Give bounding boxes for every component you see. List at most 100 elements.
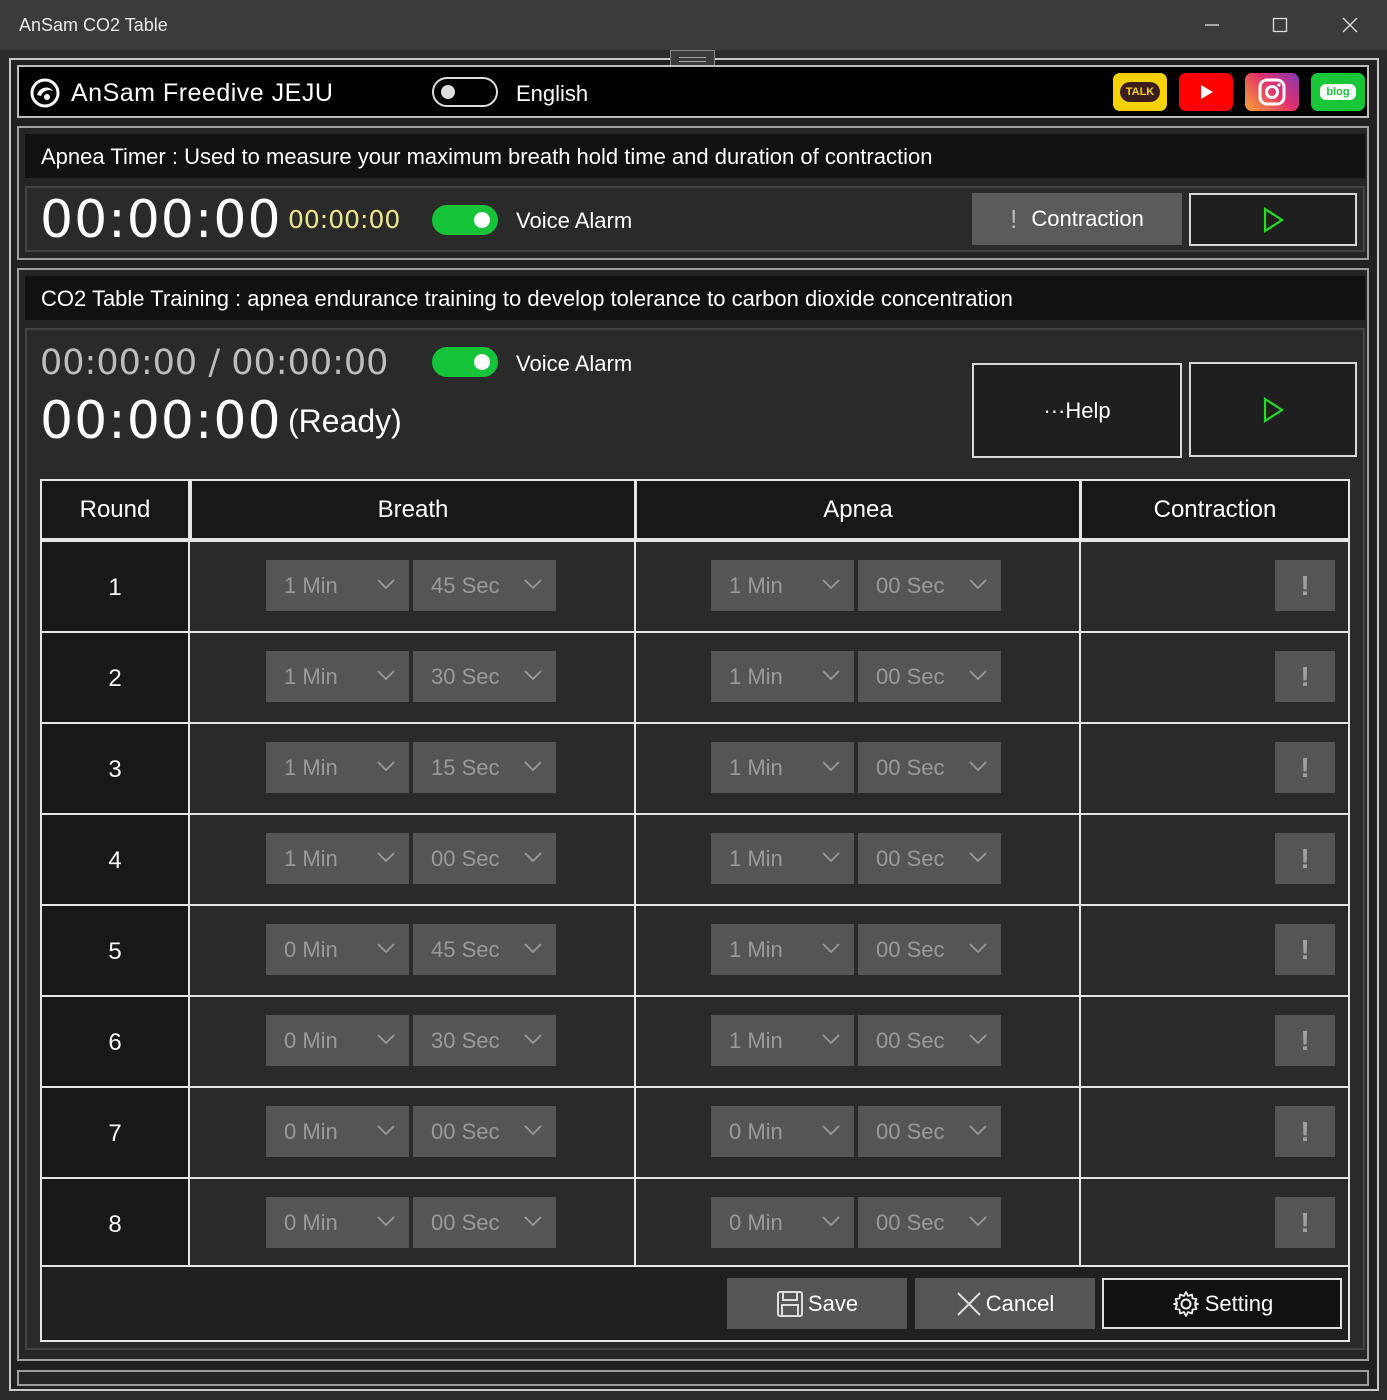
- breath-sec-value: 00 Sec: [431, 846, 500, 871]
- save-icon: [776, 1290, 803, 1317]
- apnea-cell: 1 Min 00 Sec: [636, 815, 1081, 906]
- breath-sec-select[interactable]: 15 Sec: [413, 742, 556, 793]
- apnea-min-value: 1 Min: [729, 664, 783, 689]
- exclamation-icon: !: [1300, 751, 1310, 783]
- blog-icon: blog: [1320, 84, 1356, 100]
- apnea-sec-select[interactable]: 00 Sec: [858, 1106, 1001, 1157]
- kakaotalk-button[interactable]: TALK: [1113, 73, 1167, 111]
- apnea-timer-main-time: 00:00:00: [40, 190, 282, 250]
- app-name: AnSam Freedive JEJU: [71, 79, 334, 107]
- apnea-min-select[interactable]: 0 Min: [711, 1106, 854, 1157]
- contraction-mark-button[interactable]: !: [1275, 833, 1335, 884]
- maximize-button[interactable]: [1246, 0, 1314, 50]
- breath-sec-select[interactable]: 30 Sec: [413, 1015, 556, 1066]
- contraction-cell: !: [1081, 815, 1350, 906]
- apnea-sec-select[interactable]: 00 Sec: [858, 651, 1001, 702]
- close-button[interactable]: [1316, 0, 1384, 50]
- save-button[interactable]: Save: [727, 1278, 907, 1329]
- table-row: 1 1 Min 45 Sec 1 Min 00 Sec!: [40, 540, 1350, 633]
- contraction-mark-button[interactable]: !: [1275, 1106, 1335, 1157]
- round-number: 2: [40, 633, 190, 724]
- chevron-down-icon: [969, 579, 987, 590]
- contraction-mark-button[interactable]: !: [1275, 651, 1335, 702]
- apnea-min-value: 0 Min: [729, 1210, 783, 1235]
- apnea-sec-select[interactable]: 00 Sec: [858, 924, 1001, 975]
- cancel-button[interactable]: Cancel: [915, 1278, 1095, 1329]
- contraction-button[interactable]: ! Contraction: [972, 193, 1182, 245]
- round-number: 4: [40, 815, 190, 906]
- table-row: 8 0 Min 00 Sec 0 Min 00 Sec!: [40, 1177, 1350, 1270]
- instagram-button[interactable]: [1245, 73, 1299, 111]
- window-title: AnSam CO2 Table: [19, 15, 168, 35]
- contraction-mark-button[interactable]: !: [1275, 1197, 1335, 1248]
- contraction-cell: !: [1081, 906, 1350, 997]
- youtube-button[interactable]: [1179, 73, 1233, 111]
- breath-min-select[interactable]: 1 Min: [266, 742, 409, 793]
- chevron-down-icon: [524, 670, 542, 681]
- minimize-button[interactable]: [1178, 0, 1246, 50]
- contraction-mark-button[interactable]: !: [1275, 742, 1335, 793]
- exclamation-icon: !: [1010, 203, 1018, 234]
- chevron-down-icon: [822, 761, 840, 772]
- chevron-down-icon: [969, 943, 987, 954]
- apnea-sec-select[interactable]: 00 Sec: [858, 1015, 1001, 1066]
- breath-min-value: 1 Min: [284, 573, 338, 598]
- language-label: English: [516, 81, 589, 106]
- co2-progress-time: 00:00:00 / 00:00:00: [40, 343, 389, 383]
- apnea-min-select[interactable]: 1 Min: [711, 1015, 854, 1066]
- contraction-cell: !: [1081, 1088, 1350, 1179]
- apnea-sec-select[interactable]: 00 Sec: [858, 560, 1001, 611]
- apnea-sec-value: 00 Sec: [876, 1028, 945, 1053]
- apnea-sec-select[interactable]: 00 Sec: [858, 742, 1001, 793]
- breath-min-select[interactable]: 0 Min: [266, 1197, 409, 1248]
- apnea-min-select[interactable]: 1 Min: [711, 651, 854, 702]
- help-button[interactable]: ···Help: [972, 363, 1182, 458]
- table-row: 3 1 Min 15 Sec 1 Min 00 Sec!: [40, 722, 1350, 815]
- contraction-cell: !: [1081, 1179, 1350, 1270]
- apnea-sec-select[interactable]: 00 Sec: [858, 833, 1001, 884]
- apnea-min-select[interactable]: 0 Min: [711, 1197, 854, 1248]
- blog-button[interactable]: blog: [1311, 73, 1365, 111]
- apnea-min-select[interactable]: 1 Min: [711, 742, 854, 793]
- contraction-mark-button[interactable]: !: [1275, 1015, 1335, 1066]
- save-button-label: Save: [807, 1290, 859, 1316]
- breath-min-select[interactable]: 0 Min: [266, 1106, 409, 1157]
- breath-sec-select[interactable]: 00 Sec: [413, 1197, 556, 1248]
- breath-sec-select[interactable]: 30 Sec: [413, 651, 556, 702]
- apnea-timer-play-button[interactable]: [1189, 193, 1357, 246]
- breath-sec-select[interactable]: 45 Sec: [413, 924, 556, 975]
- play-icon: [1263, 396, 1285, 423]
- breath-sec-select[interactable]: 00 Sec: [413, 833, 556, 884]
- help-button-label: ···Help: [1043, 397, 1111, 423]
- breath-sec-select[interactable]: 45 Sec: [413, 560, 556, 611]
- apnea-timer-title: Apnea Timer : Used to measure your maxim…: [25, 134, 1365, 178]
- breath-min-select[interactable]: 1 Min: [266, 651, 409, 702]
- apnea-min-select[interactable]: 1 Min: [711, 924, 854, 975]
- breath-min-select[interactable]: 0 Min: [266, 924, 409, 975]
- contraction-mark-button[interactable]: !: [1275, 924, 1335, 975]
- language-toggle[interactable]: [432, 77, 498, 107]
- chevron-down-icon: [524, 579, 542, 590]
- header-contraction: Contraction: [1080, 479, 1350, 540]
- co2-play-button[interactable]: [1189, 362, 1357, 457]
- apnea-sec-value: 00 Sec: [876, 937, 945, 962]
- co2-voice-alarm-toggle[interactable]: [432, 347, 498, 377]
- contraction-cell: !: [1081, 997, 1350, 1088]
- cancel-button-label: Cancel: [985, 1290, 1055, 1316]
- apnea-min-select[interactable]: 1 Min: [711, 833, 854, 884]
- apnea-sec-select[interactable]: 00 Sec: [858, 1197, 1001, 1248]
- breath-sec-value: 15 Sec: [431, 755, 500, 780]
- apnea-voice-alarm-toggle[interactable]: [432, 205, 498, 235]
- header-apnea: Apnea: [635, 479, 1081, 540]
- breath-sec-value: 00 Sec: [431, 1119, 500, 1144]
- breath-cell: 0 Min 00 Sec: [190, 1179, 636, 1270]
- contraction-mark-button[interactable]: !: [1275, 560, 1335, 611]
- breath-sec-select[interactable]: 00 Sec: [413, 1106, 556, 1157]
- breath-min-select[interactable]: 1 Min: [266, 560, 409, 611]
- apnea-min-select[interactable]: 1 Min: [711, 560, 854, 611]
- breath-min-select[interactable]: 1 Min: [266, 833, 409, 884]
- chevron-down-icon: [524, 943, 542, 954]
- chevron-down-icon: [969, 670, 987, 681]
- setting-button[interactable]: Setting: [1102, 1278, 1342, 1329]
- breath-min-select[interactable]: 0 Min: [266, 1015, 409, 1066]
